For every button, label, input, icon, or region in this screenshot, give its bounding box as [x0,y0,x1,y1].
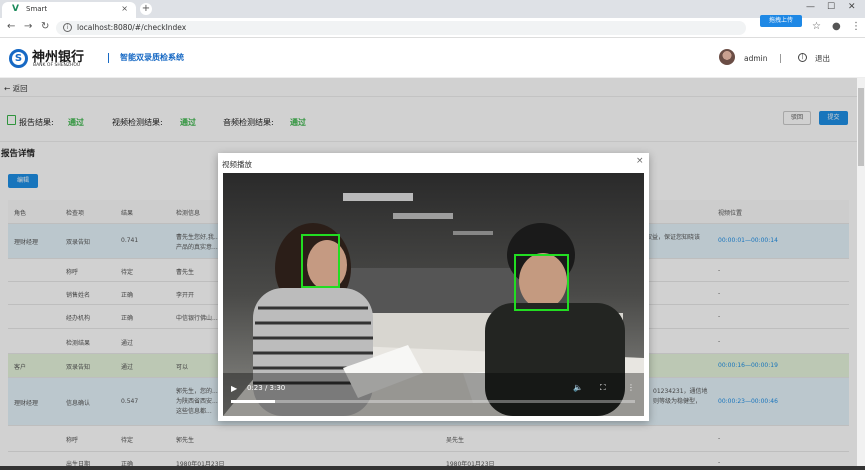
logout-link[interactable]: 退出 [815,53,830,64]
fullscreen-icon[interactable]: ⛶ [600,383,606,393]
system-title: 智能双录质检系统 [120,53,184,62]
username[interactable]: admin [744,54,768,63]
site-info-icon[interactable]: i [63,23,72,32]
scrollbar-thumb[interactable] [858,88,864,166]
dialog-close-icon[interactable]: × [636,156,644,166]
menu-dots-icon[interactable]: ⋮ [851,21,861,32]
bookmark-star-icon[interactable]: ☆ [812,21,821,32]
video-time: 0:23 / 3:30 [247,384,286,392]
os-taskbar [0,466,865,470]
bank-logo-icon: S [9,49,28,68]
volume-icon[interactable]: 🔈 [573,383,583,392]
browser-tab[interactable]: V Smart × [2,2,136,18]
minimize-icon[interactable]: — [806,2,815,12]
bank-name-en: BANK OF SHENZHOU [33,63,81,68]
video-frame [223,173,644,416]
reload-icon[interactable]: ↻ [41,21,49,32]
url-field[interactable]: i localhost:8080/#/checkIndex [56,21,746,35]
video-progress-fill [231,400,276,403]
maximize-icon[interactable]: ☐ [827,2,835,12]
header-divider [108,53,109,63]
account-icon[interactable]: ● [832,21,841,32]
window-close-icon[interactable]: ✕ [848,2,856,12]
back-arrow-icon[interactable]: ← [7,21,15,32]
url-text: localhost:8080/#/checkIndex [77,23,187,32]
extension-upload-button[interactable]: 拖拽上传 [760,15,802,27]
play-icon[interactable]: ▶ [231,384,237,393]
new-tab-button[interactable]: + [140,3,152,15]
tab-title: Smart [26,5,48,13]
video-menu-icon[interactable]: ⋮ [627,383,635,392]
power-icon[interactable]: | [798,53,807,62]
tab-close-icon[interactable]: × [121,4,128,13]
tab-favicon-icon: V [12,4,19,14]
header-divider-2 [780,54,781,63]
video-progress-bar[interactable] [231,400,635,403]
avatar[interactable] [719,49,735,65]
dialog-title: 视频播放 [222,160,252,169]
forward-arrow-icon[interactable]: → [24,21,32,32]
video-player[interactable] [223,173,644,416]
